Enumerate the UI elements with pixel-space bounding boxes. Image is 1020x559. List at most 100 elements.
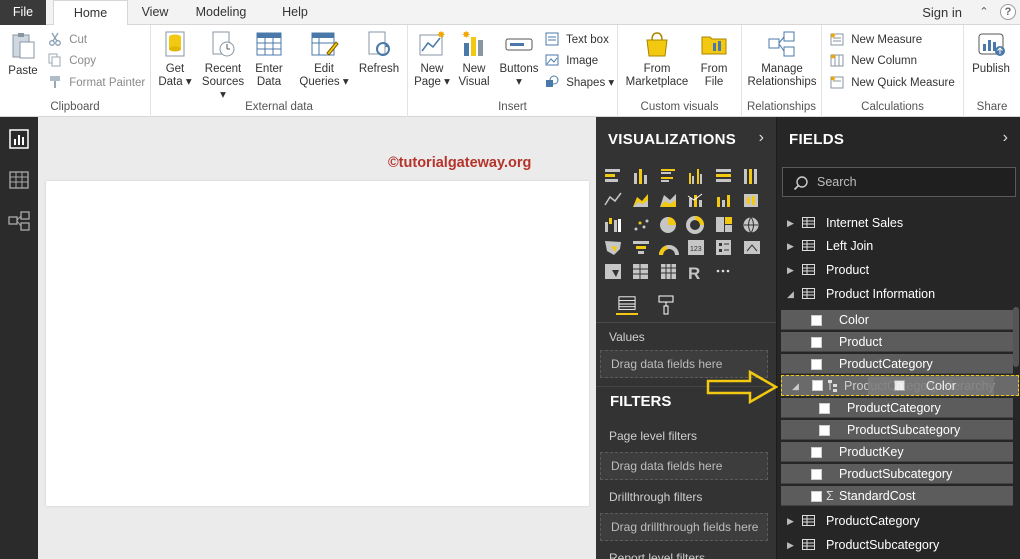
from-marketplace-button[interactable]: From Marketplace bbox=[624, 29, 690, 89]
tab-view[interactable]: View bbox=[133, 0, 177, 25]
new-quick-measure-button[interactable]: ✸ New Quick Measure bbox=[830, 74, 955, 92]
collapse-icon[interactable]: ◢ bbox=[787, 283, 794, 305]
edit-queries-button[interactable]: Edit Queries ▾ bbox=[299, 29, 349, 89]
funnel-icon[interactable] bbox=[633, 241, 649, 254]
field-standardcost[interactable]: Σ StandardCost bbox=[781, 486, 1013, 506]
publish-button[interactable]: Publish bbox=[966, 29, 1016, 76]
100-stacked-column-chart-icon[interactable] bbox=[744, 169, 757, 184]
cut-button[interactable]: Cut bbox=[48, 31, 87, 49]
slicer-icon[interactable] bbox=[605, 264, 621, 279]
table-productcategory[interactable]: ▶ ProductCategory bbox=[777, 510, 1020, 532]
shapes-button[interactable]: Shapes ▾ bbox=[545, 74, 614, 92]
new-column-button[interactable]: ✸ New Column bbox=[830, 52, 917, 70]
tab-help[interactable]: Help bbox=[275, 0, 315, 25]
refresh-button[interactable]: Refresh bbox=[357, 29, 401, 76]
card-icon[interactable]: 123 bbox=[688, 240, 704, 255]
table-left-join[interactable]: ▶ Left Join bbox=[777, 235, 1020, 257]
image-button[interactable]: Image bbox=[545, 52, 598, 70]
stacked-area-chart-icon[interactable] bbox=[660, 194, 676, 207]
enter-data-button[interactable]: Enter Data bbox=[251, 29, 287, 89]
new-measure-button[interactable]: ✸ New Measure bbox=[830, 31, 922, 49]
field-checkbox[interactable] bbox=[811, 447, 822, 458]
more-visuals-icon[interactable] bbox=[716, 269, 730, 273]
filled-map-icon[interactable] bbox=[605, 241, 621, 255]
format-painter-button[interactable]: Format Painter bbox=[48, 74, 145, 92]
field-product[interactable]: Product bbox=[781, 332, 1013, 352]
tab-modeling[interactable]: Modeling bbox=[186, 0, 256, 25]
get-data-button[interactable]: Get Data ▾ bbox=[157, 29, 193, 89]
new-page-button[interactable]: ✸ New Page ▾ bbox=[414, 29, 450, 89]
sign-in-link[interactable]: Sign in bbox=[922, 0, 962, 25]
field-productsubcategory[interactable]: ProductSubcategory bbox=[781, 464, 1013, 484]
scatter-chart-icon[interactable] bbox=[634, 219, 649, 231]
gauge-icon[interactable] bbox=[659, 245, 679, 256]
chevron-right-icon[interactable]: › bbox=[1003, 129, 1008, 147]
help-icon[interactable]: ? bbox=[1000, 4, 1016, 20]
stacked-column-chart-icon[interactable] bbox=[634, 169, 647, 184]
hierarchy-productcategory[interactable]: ◢ ProductCategory Hierarchy Color bbox=[781, 375, 1019, 396]
report-view-icon[interactable] bbox=[8, 128, 30, 150]
collapse-ribbon-icon[interactable]: ⌃ bbox=[978, 6, 990, 18]
buttons-button[interactable]: Buttons ▾ bbox=[496, 29, 542, 89]
model-view-icon[interactable] bbox=[8, 210, 30, 232]
data-view-icon[interactable] bbox=[8, 169, 30, 191]
field-color[interactable]: Color bbox=[781, 310, 1013, 330]
field-checkbox[interactable] bbox=[812, 380, 823, 391]
expand-icon[interactable]: ▶ bbox=[787, 259, 794, 281]
report-page[interactable] bbox=[46, 181, 589, 506]
fields-tab-icon[interactable] bbox=[616, 295, 638, 315]
table-product[interactable]: ▶ Product bbox=[777, 259, 1020, 281]
line-chart-icon[interactable] bbox=[604, 192, 622, 206]
table-internet-sales[interactable]: ▶ Internet Sales bbox=[777, 212, 1020, 234]
drillthrough-drop-well[interactable]: Drag drillthrough fields here bbox=[600, 513, 768, 541]
field-checkbox[interactable] bbox=[819, 425, 830, 436]
expand-icon[interactable]: ▶ bbox=[787, 510, 794, 532]
r-visual-icon[interactable]: R bbox=[688, 264, 700, 282]
page-filters-drop-well[interactable]: Drag data fields here bbox=[600, 452, 768, 480]
stacked-bar-chart-icon[interactable] bbox=[605, 169, 620, 182]
collapse-icon[interactable]: ◢ bbox=[792, 376, 799, 396]
expand-icon[interactable]: ▶ bbox=[787, 534, 794, 556]
tab-file[interactable]: File bbox=[0, 0, 46, 25]
field-productkey[interactable]: ProductKey bbox=[781, 442, 1013, 462]
field-checkbox[interactable] bbox=[819, 403, 830, 414]
field-checkbox[interactable] bbox=[811, 491, 822, 502]
hierarchy-level-productcategory[interactable]: ProductCategory bbox=[781, 398, 1013, 418]
100-stacked-bar-chart-icon[interactable] bbox=[716, 169, 731, 182]
expand-icon[interactable]: ▶ bbox=[787, 235, 794, 257]
recent-sources-button[interactable]: Recent Sources ▾ bbox=[199, 29, 247, 102]
chevron-right-icon[interactable]: › bbox=[759, 129, 764, 147]
clustered-column-chart-icon[interactable] bbox=[689, 169, 702, 184]
donut-chart-icon[interactable] bbox=[686, 216, 704, 234]
manage-relationships-button[interactable]: Manage Relationships bbox=[744, 29, 820, 89]
hierarchy-level-productsubcategory[interactable]: ProductSubcategory bbox=[781, 420, 1013, 440]
matrix-icon[interactable] bbox=[661, 264, 676, 279]
search-box[interactable] bbox=[782, 167, 1016, 197]
field-checkbox[interactable] bbox=[811, 315, 822, 326]
from-file-button[interactable]: From File bbox=[694, 29, 734, 89]
waterfall-chart-icon[interactable] bbox=[605, 218, 621, 232]
line-and-stacked-column-icon[interactable] bbox=[687, 193, 703, 207]
ribbon-chart-icon[interactable] bbox=[744, 194, 758, 207]
kpi-icon[interactable] bbox=[744, 241, 760, 254]
search-input[interactable] bbox=[817, 168, 1007, 196]
new-visual-button[interactable]: ✸ New Visual bbox=[456, 29, 492, 89]
copy-button[interactable]: Copy bbox=[48, 52, 96, 70]
tab-home[interactable]: Home bbox=[53, 0, 128, 26]
paint-roller-icon[interactable] bbox=[656, 295, 676, 315]
map-icon[interactable] bbox=[743, 216, 759, 234]
table-visual-icon[interactable] bbox=[633, 264, 648, 279]
field-checkbox[interactable] bbox=[811, 469, 822, 480]
fields-scrollbar[interactable] bbox=[1013, 307, 1019, 367]
multi-row-card-icon[interactable] bbox=[716, 240, 731, 255]
field-checkbox[interactable] bbox=[811, 337, 822, 348]
field-checkbox[interactable] bbox=[811, 359, 822, 370]
expand-icon[interactable]: ▶ bbox=[787, 212, 794, 234]
pie-chart-icon[interactable] bbox=[660, 217, 676, 233]
paste-button[interactable]: Paste bbox=[6, 31, 40, 78]
table-product-information[interactable]: ◢ Product Information bbox=[777, 283, 1020, 305]
treemap-icon[interactable] bbox=[716, 217, 732, 232]
table-productsubcategory[interactable]: ▶ ProductSubcategory bbox=[777, 534, 1020, 556]
line-and-clustered-column-icon[interactable] bbox=[717, 195, 730, 207]
area-chart-icon[interactable] bbox=[633, 194, 648, 207]
